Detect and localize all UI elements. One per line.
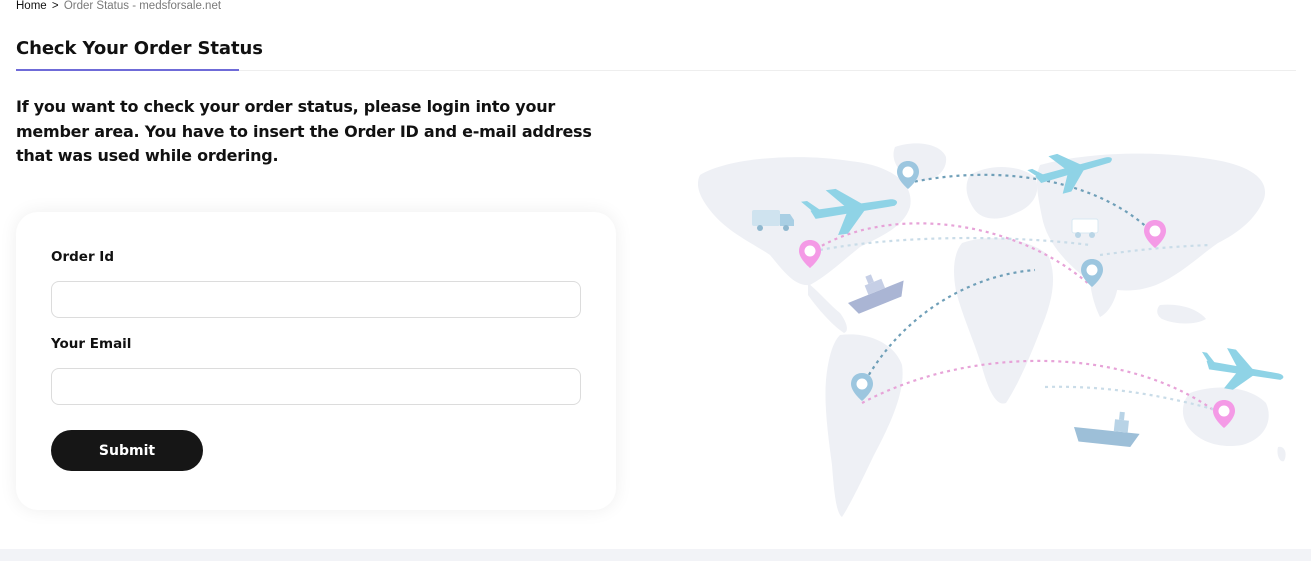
order-status-form: Order Id Your Email Submit [16, 212, 616, 510]
world-map [697, 143, 1286, 517]
world-map-illustration [697, 143, 1286, 517]
breadcrumb-current: Order Status - medsforsale.net [63, 0, 222, 12]
title-underline [16, 69, 239, 71]
email-input[interactable] [51, 368, 581, 405]
footer-band [0, 549, 1311, 561]
submit-button[interactable]: Submit [51, 430, 203, 471]
order-id-label: Order Id [51, 249, 114, 265]
order-status-page: Home > Order Status - medsforsale.net Ch… [0, 0, 1311, 561]
breadcrumb: Home > Order Status - medsforsale.net [16, 0, 221, 14]
email-label: Your Email [51, 336, 132, 352]
intro-text: If you want to check your order status, … [16, 97, 592, 165]
order-id-input[interactable] [51, 281, 581, 318]
breadcrumb-home-link[interactable]: Home [16, 0, 47, 12]
route-pink-2 [861, 359, 1221, 416]
breadcrumb-separator: > [51, 0, 59, 12]
page-title: Check Your Order Status [16, 38, 263, 59]
